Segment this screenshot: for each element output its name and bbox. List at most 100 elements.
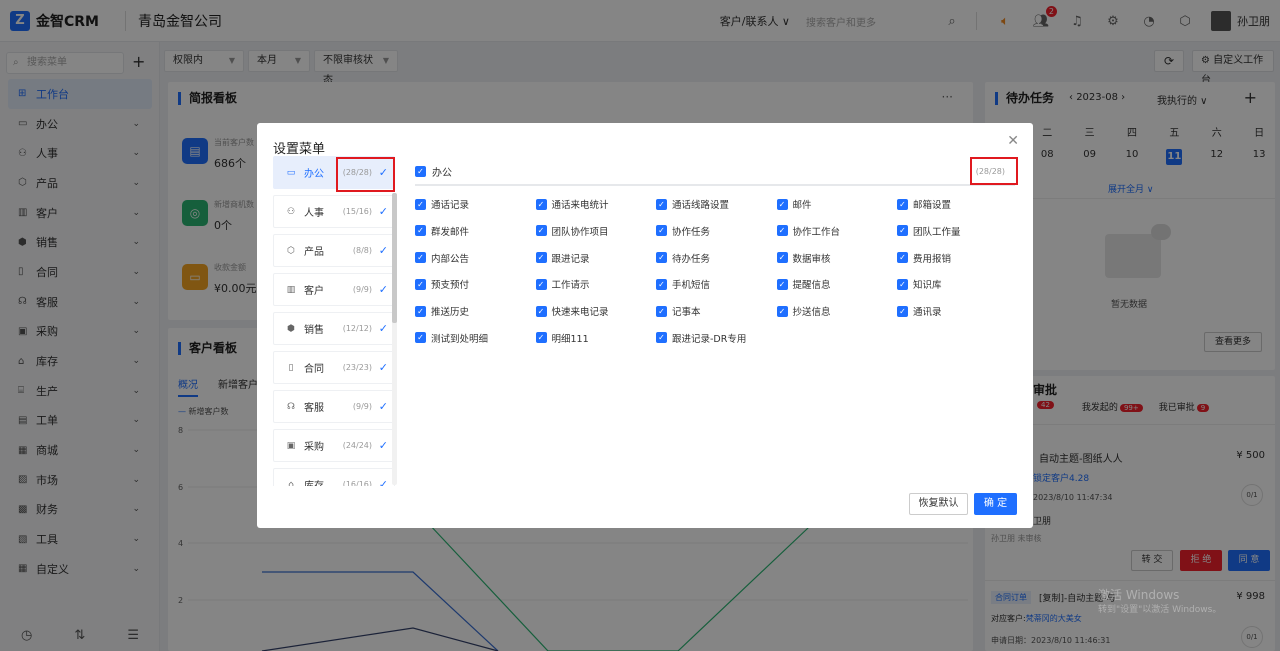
checkbox[interactable]: ✓ (415, 332, 426, 344)
permission-option[interactable]: ✓ 测试到处明细 (415, 331, 536, 345)
permission-option[interactable]: ✓ 群发邮件 (415, 224, 536, 238)
module-item[interactable]: ▥ 客户 (9/9) ✓ (273, 273, 395, 306)
permission-label: 费用报销 (913, 253, 952, 265)
permission-label: 抄送信息 (792, 307, 831, 319)
checkbox[interactable]: ✓ (897, 305, 908, 317)
checkbox[interactable]: ✓ (776, 252, 788, 264)
warehouse-icon: ⌂ (288, 479, 294, 487)
permission-label: 明细111 (551, 333, 589, 345)
checkbox[interactable]: ✓ (535, 278, 547, 290)
checkbox[interactable]: ✓ (656, 332, 667, 344)
checkbox[interactable]: ✓ (415, 278, 426, 290)
checkbox[interactable]: ✓ (415, 225, 426, 237)
confirm-button[interactable]: 确 定 (974, 493, 1017, 515)
checkbox[interactable]: ✓ (656, 252, 667, 264)
permission-option[interactable]: ✓ 快速来电记录 (535, 304, 657, 319)
select-all-checkbox[interactable]: ✓ (415, 166, 426, 177)
permission-option[interactable]: ✓ 数据审核 (776, 251, 898, 265)
module-item[interactable]: ▣ 采购 (24/24) ✓ (273, 429, 395, 462)
module-item[interactable]: ⌂ 库存 (16/16) ✓ (273, 468, 395, 486)
document-icon: ▯ (288, 362, 294, 373)
permission-option[interactable]: ✓ 内部公告 (415, 251, 536, 265)
permission-option[interactable]: ✓ 跟进记录-DR专用 (656, 331, 777, 345)
module-count: (9/9) (352, 285, 372, 294)
check-icon: ✓ (378, 439, 388, 452)
checkbox[interactable]: ✓ (776, 278, 788, 290)
reset-default-button[interactable]: 恢复默认 (909, 493, 968, 515)
dialog-title: 设置菜单 (273, 142, 326, 157)
permission-option[interactable]: ✓ 协作工作台 (776, 224, 898, 238)
checkbox[interactable]: ✓ (897, 225, 908, 237)
permission-option[interactable]: ✓ 通话来电统计 (535, 197, 657, 211)
checkbox[interactable]: ✓ (535, 198, 547, 210)
windows-watermark: 激活 Windows 转到"设置"以激活 Windows。 (1098, 588, 1221, 618)
permission-option[interactable]: ✓ 知识库 (897, 277, 1018, 291)
permission-option[interactable]: ✓ 协作任务 (656, 224, 777, 238)
checkbox[interactable]: ✓ (656, 198, 667, 210)
module-count: (24/24) (342, 441, 372, 450)
module-item[interactable]: ▯ 合同 (23/23) ✓ (273, 351, 395, 384)
permission-option[interactable]: ✓ 预支预付 (415, 277, 536, 291)
checkbox[interactable]: ✓ (897, 252, 908, 264)
module-item[interactable]: ☊ 客服 (9/9) ✓ (273, 390, 395, 423)
bag-icon: ▣ (286, 440, 296, 451)
permission-option[interactable]: ✓ 待办任务 (656, 251, 777, 265)
module-count: (23/23) (342, 363, 372, 372)
checkbox[interactable]: ✓ (535, 252, 547, 264)
check-icon: ✓ (378, 283, 388, 296)
module-label: 客户 (304, 286, 324, 297)
permission-grid: ✓ 通话记录 ✓ 通话来电统计 ✓ 通话线路设置 ✓ 邮件 ✓ 邮箱设置 ✓ 群发邮件 ✓ 团队协作项目 ✓… (415, 197, 1025, 345)
checkbox[interactable]: ✓ (656, 225, 667, 237)
permission-option[interactable]: ✓ 费用报销 (897, 251, 1018, 265)
inbox-icon: ▭ (286, 167, 296, 178)
permission-option[interactable]: ✓ 通话线路设置 (656, 197, 777, 211)
checkbox[interactable]: ✓ (535, 305, 547, 317)
permission-label: 工作请示 (551, 280, 590, 292)
permission-option[interactable]: ✓ 团队工作量 (897, 224, 1018, 238)
chart-icon: ▥ (286, 284, 296, 295)
permission-label: 待办任务 (672, 253, 711, 265)
permission-option[interactable]: ✓ 邮件 (776, 197, 898, 211)
module-header-label: 办公 (432, 168, 452, 179)
permission-label: 通话来电统计 (551, 200, 609, 211)
checkbox[interactable]: ✓ (776, 198, 788, 210)
checkbox[interactable]: ✓ (776, 305, 788, 317)
module-item[interactable]: ⚇ 人事 (15/16) ✓ (273, 195, 395, 228)
module-label: 销售 (304, 325, 324, 336)
module-list: ▭ 办公 (28/28) ✓ ⚇ 人事 (15/16) ✓ ⬡ 产品 (8/8) ✓ ▥ 客户 (9/9) ✓… (273, 156, 395, 486)
highlight-box (970, 157, 1018, 185)
permission-option[interactable]: ✓ 跟进记录 (535, 251, 657, 265)
checkbox[interactable]: ✓ (656, 305, 667, 317)
permission-option[interactable]: ✓ 邮箱设置 (897, 197, 1018, 211)
checkbox[interactable]: ✓ (535, 225, 547, 237)
checkbox[interactable]: ✓ (897, 198, 908, 210)
permission-label: 知识库 (913, 280, 942, 292)
module-item[interactable]: ⬢ 销售 (12/12) ✓ (273, 312, 395, 345)
permission-option[interactable]: ✓ 记事本 (656, 304, 777, 318)
permission-option[interactable]: ✓ 提醒信息 (776, 277, 898, 292)
permission-option[interactable]: ✓ 明细111 (535, 331, 657, 345)
close-icon[interactable]: ✕ (1007, 133, 1019, 149)
permission-label: 预支预付 (431, 280, 470, 292)
checkbox[interactable]: ✓ (656, 278, 667, 290)
permission-option[interactable]: ✓ 手机短信 (656, 277, 777, 291)
permission-option[interactable]: ✓ 通讯录 (897, 304, 1018, 318)
permission-option[interactable]: ✓ 工作请示 (535, 277, 657, 292)
checkbox[interactable]: ✓ (535, 332, 547, 344)
checkbox[interactable]: ✓ (415, 252, 426, 264)
permission-option[interactable]: ✓ 推送历史 (415, 304, 536, 318)
scrollbar-thumb[interactable] (392, 193, 397, 323)
checkbox[interactable]: ✓ (897, 278, 908, 290)
permission-option[interactable]: ✓ 抄送信息 (776, 304, 898, 319)
checkbox[interactable]: ✓ (776, 225, 788, 237)
checkbox[interactable]: ✓ (415, 305, 426, 317)
permission-option[interactable]: ✓ 团队协作项目 (535, 224, 657, 238)
permission-label: 提醒信息 (792, 280, 831, 292)
module-item[interactable]: ⬡ 产品 (8/8) ✓ (273, 234, 395, 267)
permission-option[interactable]: ✓ 通话记录 (415, 197, 536, 211)
permission-label: 跟进记录 (551, 253, 590, 265)
permission-label: 通讯录 (913, 307, 942, 319)
checkbox[interactable]: ✓ (415, 198, 426, 210)
permission-label: 快速来电记录 (551, 307, 609, 319)
permission-label: 通话线路设置 (672, 200, 730, 211)
